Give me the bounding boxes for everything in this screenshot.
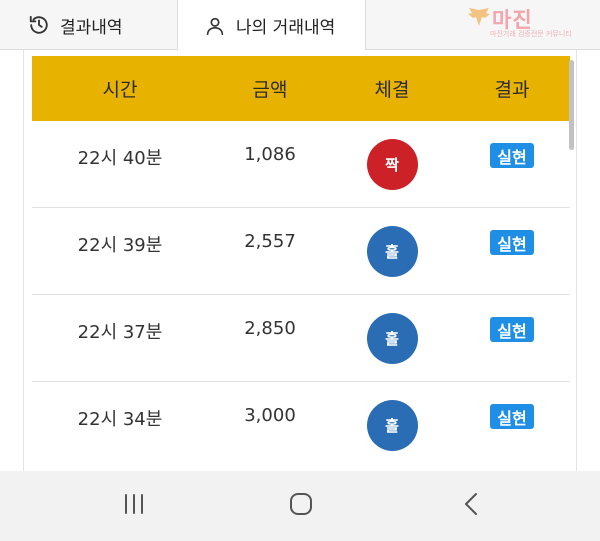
table-row: 22시 34분 3,000 홀 실현 — [32, 382, 570, 469]
logo-subtitle: 마진거래 검증전문 커뮤니티 — [490, 30, 572, 38]
history-icon — [28, 14, 50, 36]
outcome-odd-badge: 홀 — [366, 400, 418, 451]
home-button[interactable] — [281, 491, 321, 521]
table-header: 시간 금액 체결 결과 — [32, 56, 570, 121]
result-badge: 실현 — [490, 404, 534, 429]
result-badge: 실현 — [490, 317, 534, 342]
home-icon — [288, 491, 314, 521]
outcome-even-badge: 짝 — [366, 139, 418, 190]
recent-apps-icon — [121, 492, 147, 520]
recent-apps-button[interactable] — [114, 491, 154, 521]
tab-result-history-label: 결과내역 — [60, 17, 123, 38]
tab-result-history[interactable]: 결과내역 — [28, 0, 178, 50]
scrollbar-thumb[interactable] — [569, 60, 574, 150]
tab-my-trades[interactable]: 나의 거래내역 — [178, 0, 366, 51]
outcome-odd-badge: 홀 — [366, 226, 418, 277]
site-logo: 마진 마진거래 검증전문 커뮤니티 — [466, 4, 594, 38]
row-result-cell: 실현 — [424, 382, 600, 469]
tab-bar: 결과내역 나의 거래내역 마진 마진거래 검증전문 커뮤니티 — [0, 0, 600, 51]
back-button[interactable] — [451, 491, 491, 521]
wings-emblem-icon — [466, 6, 492, 32]
result-badge: 실현 — [490, 230, 534, 255]
table-row: 22시 39분 2,557 홀 실현 — [32, 208, 570, 295]
back-icon — [461, 491, 481, 521]
row-result-cell: 실현 — [424, 208, 600, 295]
tab-my-trades-label: 나의 거래내역 — [236, 18, 336, 38]
table-row: 22시 40분 1,086 짝 실현 — [32, 121, 570, 208]
result-badge: 실현 — [490, 143, 534, 168]
table-row: 22시 37분 2,850 홀 실현 — [32, 295, 570, 382]
outcome-odd-badge: 홀 — [366, 313, 418, 364]
row-result-cell: 실현 — [424, 295, 600, 382]
system-navigation-bar — [0, 471, 600, 541]
person-icon — [204, 15, 226, 37]
trade-table: 시간 금액 체결 결과 22시 40분 1,086 짝 실현 22시 39분 2… — [23, 50, 577, 480]
